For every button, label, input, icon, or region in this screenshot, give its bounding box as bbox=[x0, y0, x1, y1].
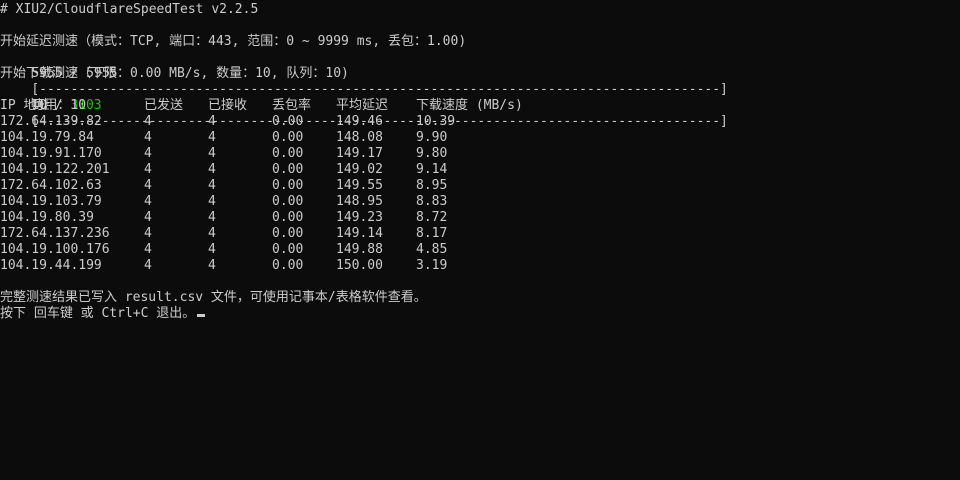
cell-sent: 4 bbox=[144, 178, 152, 193]
cell-ip: 172.64.139.82 bbox=[0, 114, 102, 129]
col-header-sent: 已发送 bbox=[144, 98, 184, 113]
cell-sent: 4 bbox=[144, 146, 152, 161]
cell-ip: 104.19.100.176 bbox=[0, 242, 110, 257]
col-header-speed: 下载速度 (MB/s) bbox=[416, 98, 523, 113]
cell-ip: 104.19.79.84 bbox=[0, 130, 94, 145]
cell-loss: 0.00 bbox=[272, 162, 304, 177]
cell-loss: 0.00 bbox=[272, 258, 304, 273]
cell-latency: 149.17 bbox=[336, 146, 383, 161]
col-header-received: 已接收 bbox=[208, 98, 248, 113]
cell-received: 4 bbox=[208, 226, 216, 241]
cell-latency: 149.55 bbox=[336, 178, 383, 193]
cell-received: 4 bbox=[208, 194, 216, 209]
cell-loss: 0.00 bbox=[272, 210, 304, 225]
cell-sent: 4 bbox=[144, 258, 152, 273]
cell-loss: 0.00 bbox=[272, 194, 304, 209]
cell-speed: 8.95 bbox=[416, 178, 448, 193]
cell-ip: 104.19.103.79 bbox=[0, 194, 102, 209]
cell-received: 4 bbox=[208, 146, 216, 161]
cell-loss: 0.00 bbox=[272, 114, 304, 129]
cell-latency: 150.00 bbox=[336, 258, 383, 273]
cell-latency: 149.46 bbox=[336, 114, 383, 129]
cell-latency: 148.95 bbox=[336, 194, 383, 209]
cell-ip: 104.19.80.39 bbox=[0, 210, 94, 225]
cell-sent: 4 bbox=[144, 210, 152, 225]
cell-loss: 0.00 bbox=[272, 130, 304, 145]
cell-sent: 4 bbox=[144, 114, 152, 129]
cell-latency: 149.02 bbox=[336, 162, 383, 177]
cell-sent: 4 bbox=[144, 226, 152, 241]
cell-received: 4 bbox=[208, 258, 216, 273]
cell-speed: 9.90 bbox=[416, 130, 448, 145]
cell-received: 4 bbox=[208, 130, 216, 145]
table-row: 104.19.44.199 4 4 0.00 150.00 3.19 bbox=[0, 258, 960, 274]
cell-received: 4 bbox=[208, 178, 216, 193]
cell-ip: 104.19.44.199 bbox=[0, 258, 102, 273]
cell-received: 4 bbox=[208, 162, 216, 177]
cell-speed: 8.83 bbox=[416, 194, 448, 209]
table-row: 104.19.122.201 4 4 0.00 149.02 9.14 bbox=[0, 162, 960, 178]
table-row: 104.19.103.79 4 4 0.00 148.95 8.83 bbox=[0, 194, 960, 210]
cell-ip: 104.19.91.170 bbox=[0, 146, 102, 161]
cell-ip: 104.19.122.201 bbox=[0, 162, 110, 177]
cell-latency: 149.14 bbox=[336, 226, 383, 241]
cell-speed: 9.14 bbox=[416, 162, 448, 177]
table-row: 172.64.139.82 4 4 0.00 149.46 10.39 bbox=[0, 114, 960, 130]
cell-loss: 0.00 bbox=[272, 178, 304, 193]
col-header-loss: 丢包率 bbox=[272, 98, 312, 113]
download-progress-line: 10 / 10 [-------------------------------… bbox=[0, 82, 960, 129]
table-row: 172.64.137.236 4 4 0.00 149.14 8.17 bbox=[0, 226, 960, 242]
cell-loss: 0.00 bbox=[272, 242, 304, 257]
table-row: 104.19.79.84 4 4 0.00 148.08 9.90 bbox=[0, 130, 960, 146]
cell-speed: 10.39 bbox=[416, 114, 456, 129]
cell-received: 4 bbox=[208, 210, 216, 225]
cell-loss: 0.00 bbox=[272, 146, 304, 161]
cell-latency: 149.88 bbox=[336, 242, 383, 257]
col-header-latency: 平均延迟 bbox=[336, 98, 389, 113]
table-row: 172.64.102.63 4 4 0.00 149.55 8.95 bbox=[0, 178, 960, 194]
cell-speed: 8.17 bbox=[416, 226, 448, 241]
cell-speed: 4.85 bbox=[416, 242, 448, 257]
text-cursor bbox=[197, 314, 206, 317]
cell-sent: 4 bbox=[144, 162, 152, 177]
cell-speed: 9.80 bbox=[416, 146, 448, 161]
terminal-window[interactable]: # XIU2/CloudflareSpeedTest v2.2.5 开始延迟测速… bbox=[0, 0, 960, 480]
cell-speed: 3.19 bbox=[416, 258, 448, 273]
table-row: 104.19.100.176 4 4 0.00 149.88 4.85 bbox=[0, 242, 960, 258]
result-line: 完整测速结果已写入 result.csv 文件，可使用记事本/表格软件查看。 bbox=[0, 290, 427, 305]
latency-start-line: 开始延迟测速（模式：TCP, 端口：443, 范围：0 ~ 9999 ms, 丢… bbox=[0, 34, 467, 49]
cell-received: 4 bbox=[208, 242, 216, 257]
cell-speed: 8.72 bbox=[416, 210, 448, 225]
cell-latency: 149.23 bbox=[336, 210, 383, 225]
cell-sent: 4 bbox=[144, 194, 152, 209]
col-header-ip: IP 地址 bbox=[0, 98, 50, 113]
cell-received: 4 bbox=[208, 114, 216, 129]
cell-sent: 4 bbox=[144, 242, 152, 257]
exit-prompt-text: 按下 回车键 或 Ctrl+C 退出。 bbox=[0, 306, 196, 321]
cell-ip: 172.64.137.236 bbox=[0, 226, 110, 241]
table-header: IP 地址 已发送 已接收 丢包率 平均延迟 下载速度 (MB/s) bbox=[0, 98, 960, 114]
table-row: 104.19.80.39 4 4 0.00 149.23 8.72 bbox=[0, 210, 960, 226]
cell-loss: 0.00 bbox=[272, 226, 304, 241]
header-line: # XIU2/CloudflareSpeedTest v2.2.5 bbox=[0, 2, 259, 17]
latency-progress-line: 5955 / 5955 [---------------------------… bbox=[0, 50, 960, 113]
cell-latency: 148.08 bbox=[336, 130, 383, 145]
download-start-line: 开始下载测速（下限：0.00 MB/s, 数量：10, 队列：10) bbox=[0, 66, 349, 81]
table-row: 104.19.91.170 4 4 0.00 149.17 9.80 bbox=[0, 146, 960, 162]
cell-sent: 4 bbox=[144, 130, 152, 145]
exit-prompt-line: 按下 回车键 或 Ctrl+C 退出。 bbox=[0, 306, 960, 322]
cell-ip: 172.64.102.63 bbox=[0, 178, 102, 193]
